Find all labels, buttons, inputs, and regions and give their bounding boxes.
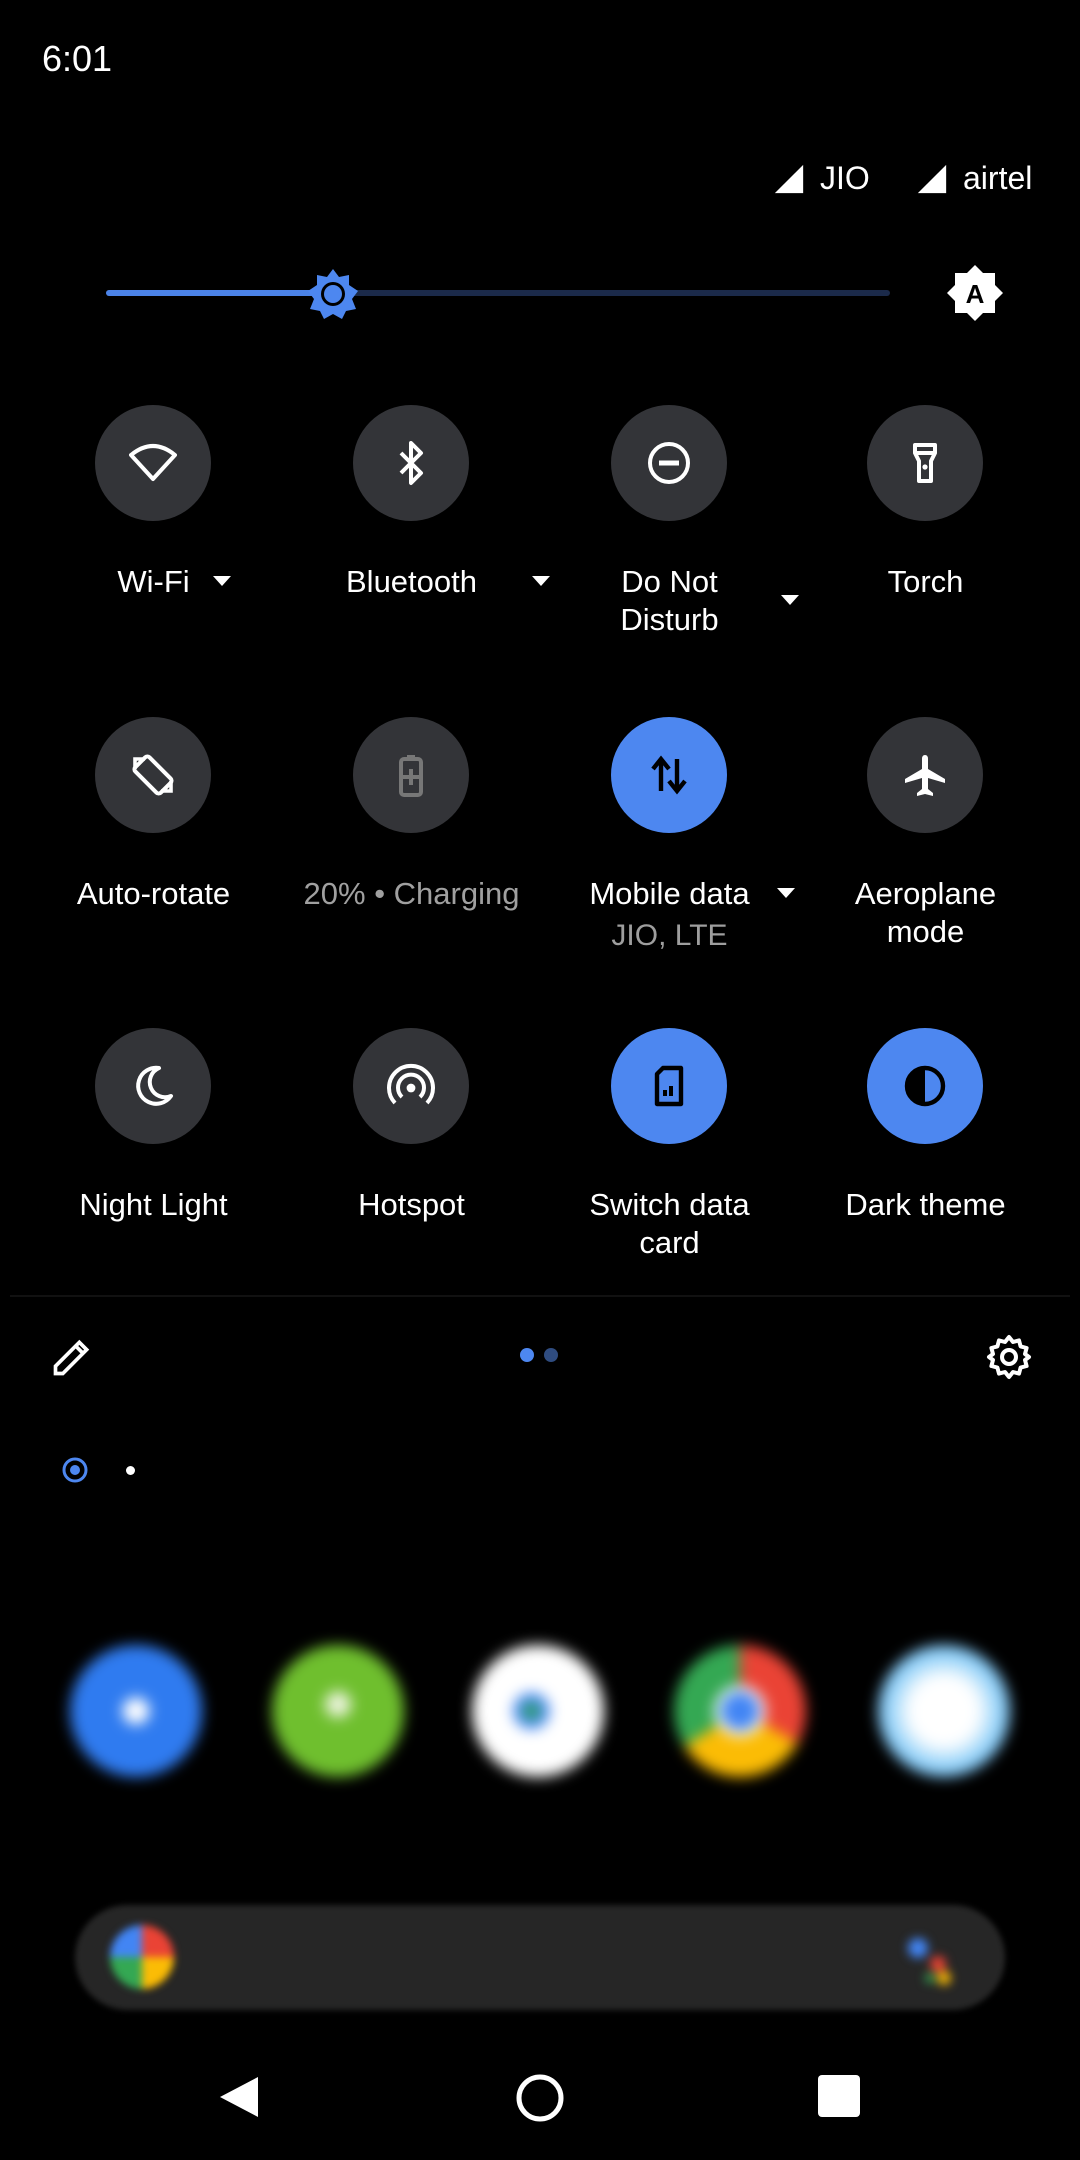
tile-label[interactable]: Auto-rotate bbox=[25, 875, 282, 913]
tile-toggle-button[interactable] bbox=[353, 405, 469, 521]
tile-label[interactable]: Switch data card bbox=[575, 1186, 765, 1262]
auto-brightness-icon[interactable]: A bbox=[945, 263, 1005, 323]
wifi-icon bbox=[129, 444, 177, 481]
do-not-disturb-icon bbox=[648, 442, 690, 484]
tile-switch-data-card[interactable]: Switch data card bbox=[541, 1028, 798, 1328]
tile-label-text: Aeroplane mode bbox=[854, 876, 997, 949]
phone-app-icon[interactable] bbox=[70, 1645, 202, 1777]
hotspot-icon bbox=[387, 1063, 435, 1105]
tile-label-text: 20% • Charging bbox=[303, 876, 520, 911]
tile-label-text: Hotspot bbox=[358, 1187, 465, 1222]
mobile-data-icon bbox=[651, 755, 687, 795]
tile-dark-theme[interactable]: Dark theme bbox=[797, 1028, 1054, 1328]
tile-label[interactable]: Bluetooth bbox=[283, 563, 540, 601]
back-icon[interactable] bbox=[216, 2073, 264, 2121]
camera-app-icon[interactable] bbox=[878, 1645, 1010, 1777]
tile-toggle-button[interactable] bbox=[611, 717, 727, 833]
tile-torch[interactable]: Torch bbox=[797, 405, 1054, 705]
home-icon[interactable] bbox=[514, 2072, 566, 2124]
tile-wi-fi[interactable]: Wi-Fi bbox=[25, 405, 282, 705]
airplane-icon bbox=[905, 755, 945, 796]
page-dot[interactable] bbox=[520, 1348, 534, 1362]
tile-label-text: Torch bbox=[887, 564, 964, 599]
tile-label[interactable]: Do Not Disturb bbox=[590, 563, 750, 639]
tile-label-text: Bluetooth bbox=[346, 564, 477, 599]
tile-toggle-button[interactable] bbox=[95, 1028, 211, 1144]
tile-toggle-button[interactable] bbox=[611, 1028, 727, 1144]
divider bbox=[10, 1295, 1070, 1297]
carrier-label: airtel bbox=[963, 160, 1033, 196]
tile-aeroplane-mode[interactable]: Aeroplane mode bbox=[797, 717, 1054, 1017]
tile-label[interactable]: Hotspot bbox=[283, 1186, 540, 1224]
tile-label[interactable]: Night Light bbox=[25, 1186, 282, 1224]
tile-label-text: Auto-rotate bbox=[76, 876, 231, 911]
tile-20-charging[interactable]: 20% • Charging bbox=[283, 717, 540, 1017]
tile-label[interactable]: 20% • Charging bbox=[283, 875, 540, 913]
carrier-label: JIO bbox=[820, 160, 870, 196]
google-assistant-icon[interactable] bbox=[900, 1930, 960, 1990]
dark-theme-icon bbox=[904, 1065, 946, 1107]
tile-do-not-disturb[interactable]: Do Not Disturb bbox=[541, 405, 799, 705]
tile-hotspot[interactable]: Hotspot bbox=[283, 1028, 540, 1328]
auto-rotate-icon bbox=[132, 754, 174, 796]
dropdown-caret-icon[interactable] bbox=[777, 888, 795, 898]
play-store-app-icon[interactable] bbox=[472, 1645, 604, 1777]
carrier-jio: JIO bbox=[772, 160, 870, 197]
tile-night-light[interactable]: Night Light bbox=[25, 1028, 282, 1328]
carrier-airtel: airtel bbox=[915, 160, 1032, 197]
chrome-app-icon[interactable] bbox=[674, 1645, 806, 1777]
tile-bluetooth[interactable]: Bluetooth bbox=[283, 405, 550, 705]
tile-toggle-button[interactable] bbox=[867, 1028, 983, 1144]
tile-label[interactable]: Mobile data JIO, LTE bbox=[541, 875, 798, 955]
tile-toggle-button[interactable] bbox=[353, 717, 469, 833]
battery-charging-icon bbox=[399, 755, 423, 797]
svg-text:A: A bbox=[966, 279, 985, 309]
home-page-current-icon bbox=[62, 1457, 88, 1483]
tile-toggle-button[interactable] bbox=[867, 405, 983, 521]
tile-toggle-button[interactable] bbox=[95, 405, 211, 521]
sim-card-icon bbox=[654, 1065, 684, 1107]
edit-icon[interactable] bbox=[50, 1335, 94, 1379]
tile-label-text: Do Not Disturb bbox=[620, 564, 719, 637]
tile-label[interactable]: Aeroplane mode bbox=[841, 875, 1011, 951]
tile-sublabel: JIO, LTE bbox=[611, 919, 728, 952]
tile-label-text: Night Light bbox=[79, 1187, 228, 1222]
night-light-icon bbox=[136, 1065, 173, 1106]
signal-icon bbox=[917, 164, 947, 193]
tile-mobile-data[interactable]: Mobile data JIO, LTE bbox=[541, 717, 798, 1017]
clock: 6:01 bbox=[42, 38, 113, 79]
tile-toggle-button[interactable] bbox=[867, 717, 983, 833]
recents-icon[interactable] bbox=[818, 2075, 860, 2117]
dropdown-caret-icon[interactable] bbox=[213, 576, 231, 586]
messages-app-icon[interactable] bbox=[272, 1645, 404, 1777]
tile-label[interactable]: Dark theme bbox=[797, 1186, 1054, 1224]
tile-label-text: Dark theme bbox=[845, 1187, 1006, 1222]
torch-icon bbox=[913, 443, 937, 483]
tile-auto-rotate[interactable]: Auto-rotate bbox=[25, 717, 282, 1017]
tile-toggle-button[interactable] bbox=[95, 717, 211, 833]
tile-label[interactable]: Wi-Fi bbox=[25, 563, 282, 601]
signal-icon bbox=[774, 164, 804, 193]
tile-label-text: Switch data card bbox=[589, 1187, 750, 1260]
home-page-dot bbox=[126, 1466, 135, 1475]
brightness-thumb-icon[interactable] bbox=[306, 267, 360, 321]
brightness-slider-fill bbox=[106, 290, 334, 296]
google-search-bar[interactable] bbox=[75, 1905, 1005, 2010]
page-dot[interactable] bbox=[544, 1348, 558, 1362]
settings-gear-icon[interactable] bbox=[985, 1333, 1033, 1381]
tile-toggle-button[interactable] bbox=[611, 405, 727, 521]
tile-label-text: Mobile data bbox=[589, 876, 750, 911]
bluetooth-icon bbox=[399, 441, 423, 485]
tile-label[interactable]: Torch bbox=[797, 563, 1054, 601]
tile-label-text: Wi-Fi bbox=[117, 564, 190, 599]
google-logo-icon bbox=[110, 1925, 174, 1989]
tile-toggle-button[interactable] bbox=[353, 1028, 469, 1144]
